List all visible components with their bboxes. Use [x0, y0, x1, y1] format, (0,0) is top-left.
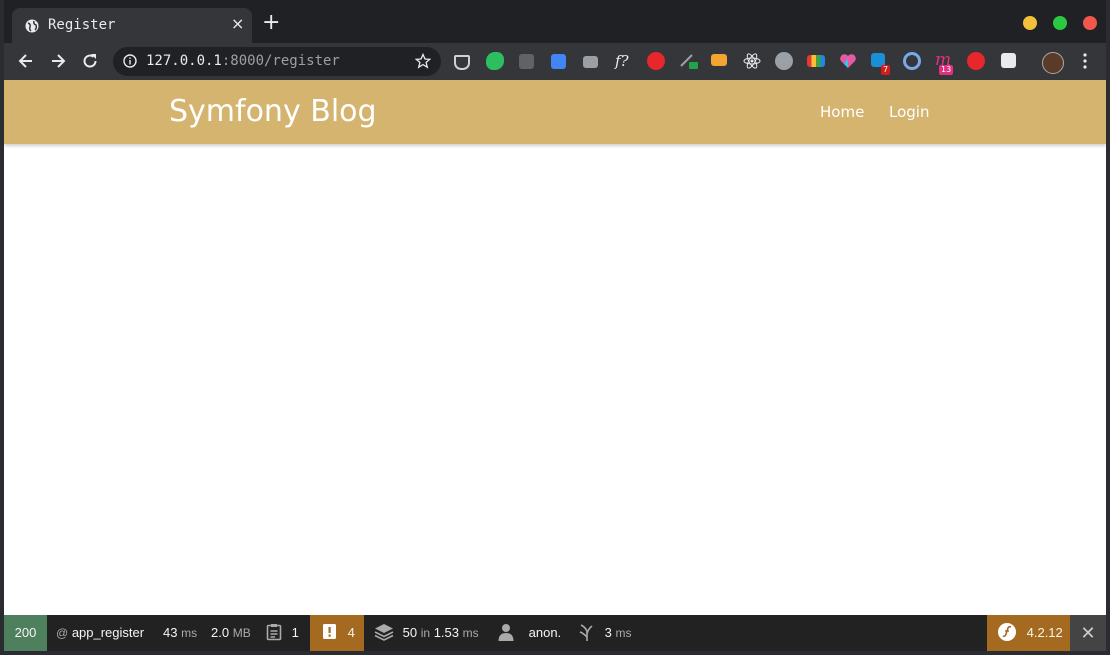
site-brand[interactable]: Symfony Blog	[169, 94, 377, 129]
symfony-version: 4.2.12	[1026, 625, 1063, 640]
site-navbar: Symfony Blog Home Login	[4, 80, 1106, 144]
wallet-icon[interactable]	[711, 54, 727, 66]
minimize-button[interactable]	[1023, 16, 1037, 30]
reload-icon[interactable]	[80, 51, 100, 71]
profile-avatar[interactable]	[1042, 52, 1064, 74]
cache-panel[interactable]: 50 in 1.53 ms	[374, 615, 479, 651]
notion-icon[interactable]	[1001, 53, 1016, 68]
symfony-version-panel[interactable]: 4.2.12	[987, 615, 1070, 651]
request-time[interactable]: 43 ms	[163, 615, 197, 651]
grid-icon[interactable]	[775, 52, 793, 70]
address-bar[interactable]: 127.0.0.1:8000/register	[113, 47, 441, 76]
symfony-logo-icon	[998, 623, 1016, 641]
cache-time: 1.53	[433, 625, 459, 640]
memory-unit: MB	[232, 626, 251, 640]
close-window-button[interactable]	[1083, 16, 1097, 30]
security-panel[interactable]: anon.	[497, 615, 561, 651]
react-icon[interactable]	[743, 52, 761, 70]
memory-usage[interactable]: 2.0 MB	[211, 615, 251, 651]
clipboard-icon	[266, 624, 282, 641]
lastpass-icon[interactable]	[519, 54, 534, 69]
info-icon[interactable]	[123, 54, 137, 68]
warning-icon	[323, 624, 336, 639]
route-at: @	[56, 626, 69, 640]
maximize-button[interactable]	[1053, 16, 1067, 30]
translate-icon[interactable]	[551, 54, 566, 69]
cache-count: 50	[402, 625, 418, 640]
back-icon[interactable]	[16, 51, 36, 71]
toolbar-close-icon[interactable]: ✕	[1070, 615, 1106, 651]
pocket-icon[interactable]	[454, 55, 470, 70]
warnings-count: 4	[347, 625, 355, 640]
bookmark-star-icon[interactable]	[415, 53, 431, 69]
page-content: Symfony Blog Home Login	[4, 80, 1106, 615]
colorful-chart-icon[interactable]	[807, 55, 825, 67]
url-path: :8000/register	[221, 53, 340, 69]
layers-icon	[374, 624, 394, 641]
heart-icon[interactable]	[839, 52, 857, 70]
whatfont-icon[interactable]: f?	[615, 52, 635, 70]
todo-badge: 7	[881, 65, 891, 75]
url-host: 127.0.0.1	[146, 53, 222, 69]
memory-value: 2.0	[211, 625, 230, 640]
evernote-icon[interactable]	[486, 52, 504, 70]
pen-icon[interactable]	[679, 52, 699, 70]
sync-icon[interactable]	[967, 52, 985, 70]
twig-unit: ms	[615, 626, 632, 640]
globe-icon	[25, 19, 39, 33]
route-info[interactable]: @ app_register	[56, 615, 144, 651]
camera-icon[interactable]	[583, 56, 598, 68]
logs-panel[interactable]: 1	[266, 615, 299, 651]
forward-icon[interactable]	[48, 51, 68, 71]
user-icon	[498, 624, 514, 641]
twig-icon	[579, 624, 593, 641]
tab-register[interactable]: Register ×	[12, 8, 252, 43]
tab-bar: Register × +	[4, 0, 1106, 43]
route-name: app_register	[71, 625, 145, 640]
nav-link-login[interactable]: Login	[889, 103, 929, 121]
monkey-badge: 13	[939, 65, 954, 75]
menu-kebab-icon[interactable]	[1082, 53, 1088, 69]
browser-window: Register × + 127.0.0.1:8000/register f?	[4, 0, 1106, 651]
logs-count: 1	[291, 625, 299, 640]
symfony-debug-toolbar: 200 @ app_register 43 ms 2.0 MB 1 4 50 i…	[4, 615, 1106, 651]
time-value: 43	[163, 625, 178, 640]
tab-close-icon[interactable]: ×	[231, 16, 244, 32]
twig-panel[interactable]: 3 ms	[579, 615, 631, 651]
time-unit: ms	[181, 626, 198, 640]
warnings-panel[interactable]: 4	[310, 615, 364, 651]
status-code-badge[interactable]: 200	[4, 615, 47, 651]
cache-in: in	[420, 626, 431, 640]
circle-extension-icon[interactable]	[903, 52, 921, 70]
nav-link-home[interactable]: Home	[820, 103, 864, 121]
adblock-icon[interactable]	[647, 52, 665, 70]
new-tab-button[interactable]: +	[262, 12, 280, 34]
browser-toolbar: 127.0.0.1:8000/register f? 7 m 13	[4, 43, 1106, 80]
cache-unit: ms	[462, 626, 479, 640]
twig-time: 3	[604, 625, 612, 640]
tab-title: Register	[48, 17, 116, 33]
url-text: 127.0.0.1:8000/register	[146, 53, 340, 69]
user-name: anon.	[528, 625, 562, 640]
